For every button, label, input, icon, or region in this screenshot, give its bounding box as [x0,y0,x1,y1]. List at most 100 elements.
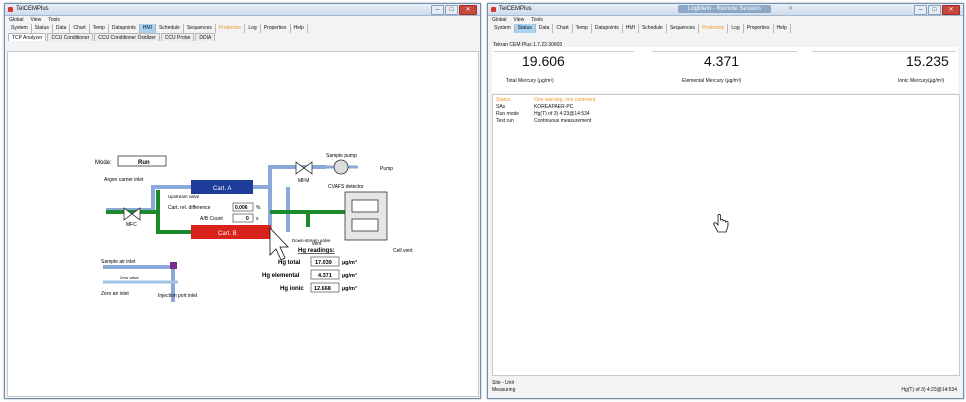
menu-item-global[interactable]: Global [9,16,23,24]
mercury-readouts: 19.606 4.371 15.235 Total Mercury (µg/m³… [492,47,958,93]
maximize-button[interactable]: □ [928,5,941,15]
ionic-mercury-label: Ionic Mercury(µg/m³) [898,78,945,84]
tab-system[interactable]: System [491,24,515,33]
pump-label: Pump [380,166,393,172]
hg-total-label: Hg total [278,260,301,266]
status-info-box: Status One warning, one comment SAs KOREAPA… [492,94,960,376]
menu-item-global[interactable]: Global [492,16,506,24]
tab-schedule[interactable]: Schedule [639,24,667,33]
info-key: Run mode [496,111,520,117]
tab-log[interactable]: Log [245,24,261,33]
info-value: Hg(T) of 3) 4:23@14:534 [534,111,590,117]
elemental-mercury-value: 4.371 [704,53,740,69]
cart-rel-diff-label: Cart. rel. difference [168,205,211,211]
tab-hmi[interactable]: HMI [623,24,639,33]
total-mercury-label: Total Mercury (µg/m³) [506,78,554,84]
remote-session-title: LogMeIn - Remote Session [678,5,771,13]
cell-vent-label: Cell vent [393,248,413,254]
mfm-valve-icon [295,161,313,175]
tab-data[interactable]: Data [536,24,554,33]
info-key: Test run [496,118,514,124]
mouse-pointer-icon [269,226,289,261]
info-row: SAs KOREAPAER-PC [496,104,573,110]
tab-temp[interactable]: Temp [90,24,109,33]
info-key: SAs [496,104,506,110]
status-window: TelCEMPlus LogMeIn - Remote Session ✕ – … [487,3,964,399]
tab-chart[interactable]: Chart [553,24,573,33]
tab-system[interactable]: System [8,24,32,33]
subtab-tcp-analyzer[interactable]: TCP Analyzer [8,33,47,41]
hg-total-value: 17.039 [315,260,332,266]
window-title: TelCEMPlus [499,6,532,12]
menu-item-tools[interactable]: Tools [48,16,60,24]
minimize-button[interactable]: – [431,5,444,15]
tab-hmi[interactable]: HMI [139,24,156,33]
tab-status[interactable]: Status [32,24,53,33]
cvafs-detector-lamp [351,218,379,232]
menu-item-tools[interactable]: Tools [531,16,543,24]
cart-rel-diff-value: 0.006 [235,205,248,211]
close-button[interactable]: ✕ [942,5,960,15]
menu-item-view[interactable]: View [30,16,41,24]
hg-ionic-value: 12.668 [314,286,331,292]
menu-bar: Global View Tools [488,16,963,24]
tab-sequences[interactable]: Sequences [667,24,699,33]
title-bar[interactable]: TelCEMPlus LogMeIn - Remote Session ✕ – … [488,4,963,16]
info-row: Status One warning, one comment [496,97,595,103]
status-site: Site - Unit [492,380,514,386]
tab-schedule[interactable]: Schedule [156,24,184,33]
subtab-ccu-conditioner[interactable]: CCU Conditioner [47,33,94,41]
subtab-ccu-probe[interactable]: CCU Probe [160,33,195,41]
tab-datapoints[interactable]: Datapoints [109,24,140,33]
tab-log[interactable]: Log [728,24,744,33]
sample-pump-label: Sample pump [326,153,357,159]
tab-help[interactable]: Help [291,24,308,33]
ab-count-box [232,213,254,223]
tab-temp[interactable]: Temp [573,24,592,33]
tab-datapoints[interactable]: Datapoints [592,24,623,33]
status-bar: Site - Unit Measuring Hg(T) of 3) 4:23@1… [488,376,963,398]
tab-properties[interactable]: Properties [261,24,291,33]
ab-count-label: A/B Count [200,216,223,222]
status-run-mode: Hg(T) of 3) 4:23@14:534 [901,387,957,393]
tab-data[interactable]: Data [53,24,71,33]
sample-pump-icon [333,159,349,175]
cart-a-label: Cart. A [213,186,231,192]
subtab-ccu-conditioner-oxidizer[interactable]: CCU Conditioner Oxidizer [94,33,160,41]
mode-value: Run [138,160,150,166]
app-icon [491,7,496,12]
mfm-label: MFM [298,178,309,184]
sample-air-inlet-label: Sample air inlet [101,259,136,265]
window-title: TelCEMPlus [16,6,49,12]
tab-properties[interactable]: Properties [744,24,774,33]
hg-elemental-label: Hg elemental [262,273,300,279]
tab-sequences[interactable]: Sequences [184,24,216,33]
maximize-button[interactable]: □ [445,5,458,15]
tab-help[interactable]: Help [774,24,791,33]
info-row: Run mode Hg(T) of 3) 4:23@14:534 [496,111,590,117]
main-toolbar: System Status Data Chart Temp Datapoints HMI Sc… [5,24,480,33]
argon-inlet-label: Argon carrier inlet [104,177,144,183]
menu-item-view[interactable]: View [513,16,524,24]
mfc-label: MFC [126,222,137,228]
tab-chart[interactable]: Chart [70,24,90,33]
injection-port-label: Injection port inlet [158,293,198,299]
tab-status[interactable]: Status [514,24,536,33]
tab-protection[interactable]: Protection [699,24,729,33]
injection-port-icon [170,262,177,269]
cvafs-label: CVAFS detector [328,184,364,190]
hmi-diagram-panel: Mode: Run Cart. A Cart. B Argon carrier … [7,51,479,397]
close-tab-icon[interactable]: ✕ [788,5,793,12]
tab-protection[interactable]: Protection [216,24,246,33]
hg-ionic-unit: µg/m³ [342,285,357,292]
sub-tab-strip: TCP Analyzer CCU Conditioner CCU Condition… [5,33,480,41]
close-button[interactable]: ✕ [459,5,477,15]
minimize-button[interactable]: – [914,5,927,15]
zero-valve-label: Zero valve [120,275,139,280]
app-icon [8,7,13,12]
cvafs-detector-icon [344,191,388,241]
cart-b-label: Cart. B [218,231,237,237]
menu-bar: Global View Tools [5,16,480,24]
subtab-ddia[interactable]: DDIA [195,33,216,41]
title-bar[interactable]: TelCEMPlus – □ ✕ [5,4,480,16]
